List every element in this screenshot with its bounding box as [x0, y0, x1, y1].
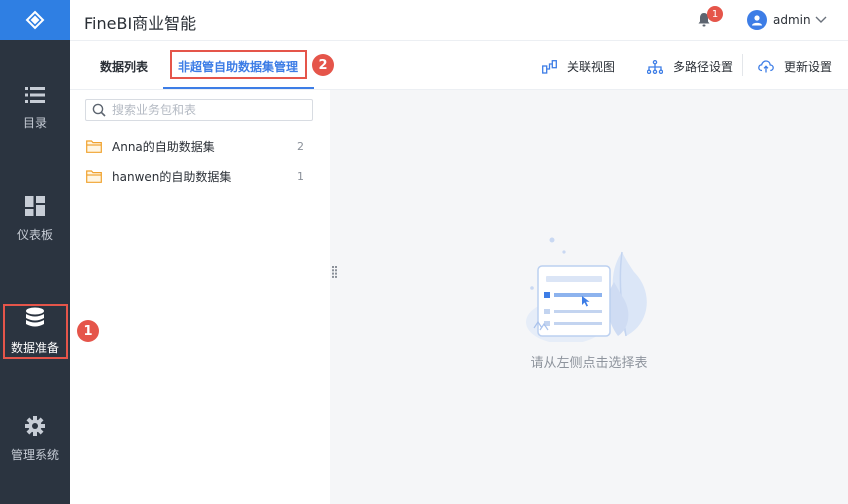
callout-number-1: 1 [77, 320, 99, 342]
user-icon [752, 15, 762, 26]
dataset-name: Anna的自助数据集 [112, 139, 215, 154]
app-title: FineBI商业智能 [84, 14, 197, 33]
callout-number-2: 2 [312, 54, 334, 76]
relation-view-icon [542, 59, 557, 74]
search-icon [92, 103, 106, 117]
dataset-count: 2 [297, 139, 304, 153]
hierarchy-icon [647, 59, 663, 74]
chevron-down-icon[interactable] [815, 14, 827, 24]
update-settings-label: 更新设置 [784, 60, 833, 74]
active-tab-indicator [163, 87, 314, 89]
callout-highlight-data-prep [3, 304, 68, 359]
folder-icon [86, 169, 102, 183]
list-item[interactable]: hanwen的自助数据集 1 [86, 164, 318, 188]
list-item[interactable]: Anna的自助数据集 2 [86, 134, 318, 158]
dataset-name: hanwen的自助数据集 [112, 169, 232, 184]
callout-highlight-tab [170, 50, 307, 79]
dashboard-icon [25, 196, 45, 216]
empty-state-message: 请从左侧点击选择表 [530, 356, 648, 371]
notification-badge: 1 [707, 6, 723, 22]
user-name[interactable]: admin [773, 13, 811, 27]
relation-view-button[interactable]: 关联视图 [542, 58, 615, 75]
relation-view-label: 关联视图 [567, 60, 616, 74]
empty-state-illustration [526, 237, 647, 342]
panel-resize-handle[interactable] [332, 266, 338, 278]
avatar[interactable] [747, 10, 767, 30]
multipath-settings-label: 多路径设置 [673, 60, 734, 74]
search-input[interactable] [112, 102, 308, 118]
toolbar-divider [742, 54, 743, 76]
cloud-refresh-icon [758, 60, 774, 73]
dataset-count: 1 [297, 169, 304, 183]
sidebar-item-dashboard[interactable]: 仪表板 [0, 196, 70, 243]
sidebar-item-catalog[interactable]: 目录 [0, 86, 70, 131]
sidebar-item-label: 仪表板 [16, 228, 53, 242]
sidebar-item-admin[interactable]: 管理系统 [0, 416, 70, 463]
app-logo[interactable] [0, 0, 70, 40]
update-settings-button[interactable]: 更新设置 [758, 58, 832, 75]
sidebar-item-label: 目录 [22, 116, 47, 130]
logo-icon [25, 10, 45, 30]
tab-data-list[interactable]: 数据列表 [100, 58, 148, 75]
search-box[interactable] [85, 99, 313, 121]
folder-icon [86, 139, 102, 153]
gear-icon [25, 416, 45, 436]
list-icon [25, 87, 45, 103]
sidebar-item-label: 管理系统 [10, 448, 59, 462]
multipath-settings-button[interactable]: 多路径设置 [647, 58, 733, 75]
